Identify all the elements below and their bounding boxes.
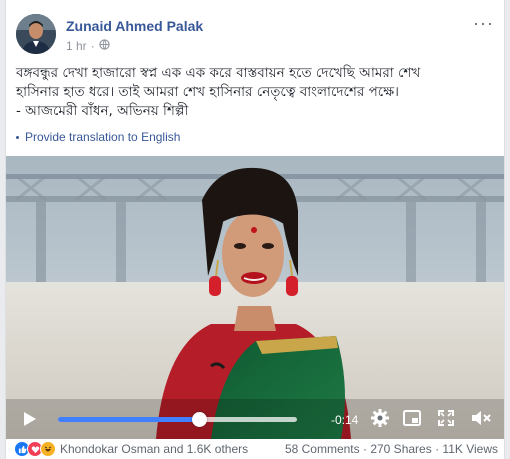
more-options-icon[interactable]: ··· xyxy=(473,14,494,32)
mute-icon[interactable] xyxy=(470,408,492,433)
post-text-line: - আজমেরী বাঁধন, অভিনয় শিল্পী xyxy=(16,103,189,119)
bullet-icon xyxy=(16,135,19,139)
video-controls: -0:14 xyxy=(6,399,504,439)
views-count: 11K Views xyxy=(442,442,498,456)
haha-reaction-icon xyxy=(40,441,56,457)
fullscreen-icon[interactable] xyxy=(436,408,456,433)
video-progress-fill xyxy=(58,417,199,422)
post-header: Zunaid Ahmed Palak 1 hr · ··· xyxy=(16,12,494,56)
globe-icon[interactable] xyxy=(99,39,110,53)
post-card: Zunaid Ahmed Palak 1 hr · ··· বঙ্গবন্ধুর… xyxy=(5,0,505,459)
video-frame xyxy=(6,156,504,439)
reaction-icons[interactable] xyxy=(14,441,56,457)
translate-label[interactable]: Provide translation to English xyxy=(25,130,180,144)
shares-count[interactable]: 270 Shares xyxy=(370,442,431,456)
author-name[interactable]: Zunaid Ahmed Palak xyxy=(66,18,203,34)
post-footer: Khondokar Osman and 1.6K others 58 Comme… xyxy=(6,439,504,459)
play-icon[interactable] xyxy=(20,410,38,433)
translate-link[interactable]: Provide translation to English xyxy=(16,130,180,144)
post-meta: 1 hr · xyxy=(66,39,110,53)
reactions-label[interactable]: Khondokar Osman and 1.6K others xyxy=(60,442,248,456)
post-text-line: হাসিনার হাত ধরে। তাই আমরা শেখ হাসিনার নে… xyxy=(16,84,399,100)
post-text-line: বঙ্গবন্ধুর দেখা হাজারো স্বপ্ন এক এক করে … xyxy=(16,65,421,81)
video-progress-bar[interactable] xyxy=(58,412,297,427)
post-text: বঙ্গবন্ধুর দেখা হাজারো স্বপ্ন এক এক করে … xyxy=(16,64,496,121)
post-stats: 58 Comments · 270 Shares · 11K Views xyxy=(284,442,498,456)
comments-count[interactable]: 58 Comments xyxy=(285,442,360,456)
picture-in-picture-icon[interactable] xyxy=(402,408,422,433)
video-scrubber-handle[interactable] xyxy=(192,412,207,427)
post-time[interactable]: 1 hr xyxy=(66,39,87,53)
gear-icon[interactable] xyxy=(370,408,390,433)
avatar[interactable] xyxy=(16,14,56,54)
video-player[interactable]: -0:14 xyxy=(6,156,504,439)
time-remaining: -0:14 xyxy=(331,413,359,427)
